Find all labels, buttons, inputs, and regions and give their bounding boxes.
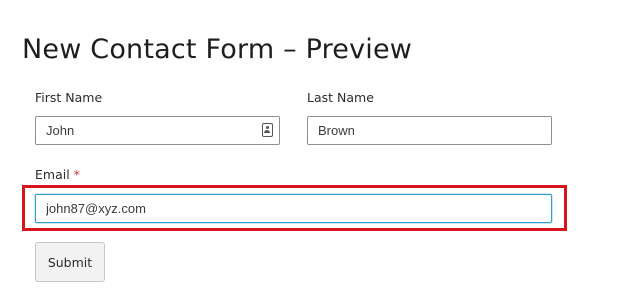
email-label: Email [35, 167, 70, 182]
first-name-label: First Name [35, 90, 103, 105]
email-label-group: Email * [35, 167, 80, 182]
contact-card-icon[interactable] [262, 123, 273, 137]
page-title: New Contact Form – Preview [22, 34, 413, 65]
first-name-input[interactable] [35, 116, 280, 145]
last-name-label: Last Name [307, 90, 374, 105]
last-name-input[interactable] [307, 116, 552, 145]
email-highlight-box [22, 185, 567, 231]
required-marker: * [73, 167, 80, 182]
submit-button[interactable]: Submit [35, 242, 105, 282]
